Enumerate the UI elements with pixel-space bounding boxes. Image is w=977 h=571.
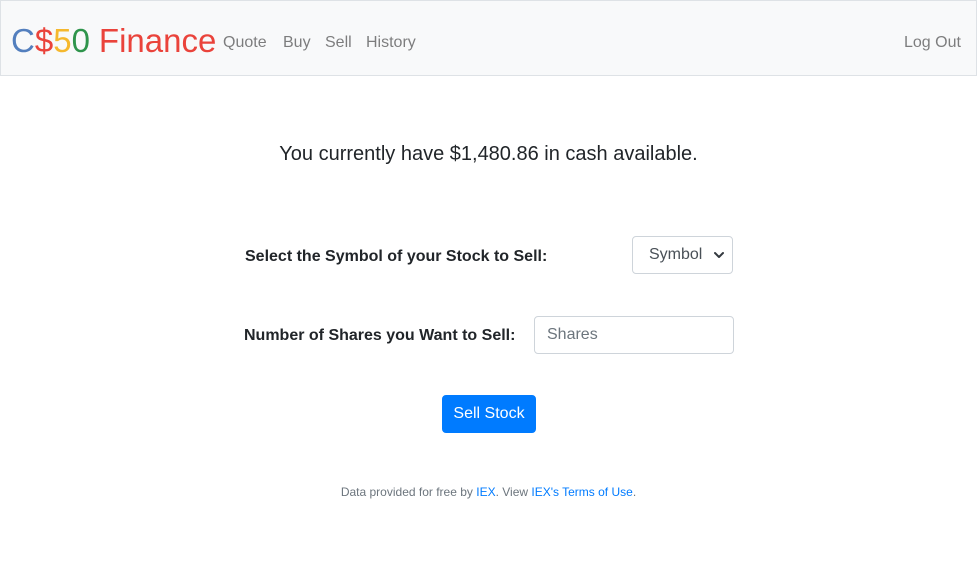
nav-quote-link[interactable]: Quote [223,33,267,53]
shares-input[interactable] [534,316,734,354]
footer-suffix: . [632,485,637,499]
navbar: C$50 Finance Quote Buy Sell History Log O… [0,0,977,76]
brand-finance: Finance [98,22,217,59]
brand-dollar: $ [34,22,54,59]
footer: Data provided for free by IEX. View IEX'… [0,484,977,500]
iex-link[interactable]: IEX [476,485,495,499]
brand-logo[interactable]: C$50 Finance [11,21,216,61]
shares-label: Number of Shares you Want to Sell: [244,327,516,344]
symbol-select-value: Symbol [649,246,703,263]
symbol-label: Select the Symbol of your Stock to Sell: [245,248,548,265]
nav-logout-link[interactable]: Log Out [904,33,961,53]
symbol-select[interactable]: Symbol [632,236,733,274]
footer-prefix: Data provided for free by [340,485,477,499]
iex-terms-link[interactable]: IEX's Terms of Use [531,485,632,499]
nav-history-link[interactable]: History [366,33,416,53]
chevron-down-icon [714,252,724,258]
brand-c: C [11,22,35,59]
brand-zero: 0 [71,22,90,59]
nav-buy-link[interactable]: Buy [283,33,311,53]
cash-available-message: You currently have $1,480.86 in cash ava… [279,143,698,165]
footer-middle: . View [495,485,532,499]
nav-sell-link[interactable]: Sell [325,33,352,53]
brand-five: 5 [53,22,72,59]
sell-stock-button[interactable]: Sell Stock [442,395,536,433]
